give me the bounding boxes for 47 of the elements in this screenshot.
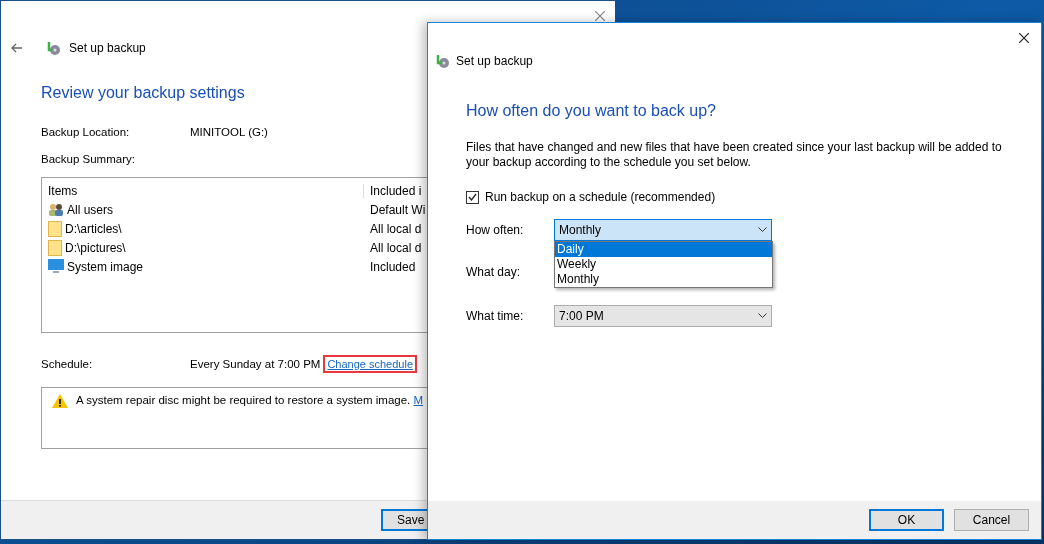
warning-text: A system repair disc might be required to restore a system image. M (76, 394, 424, 406)
table-cell-text: All local d (370, 240, 423, 255)
what-time-dropdown[interactable]: 7:00 PM (554, 305, 772, 327)
check-icon (468, 193, 477, 201)
how-often-dropdown[interactable]: Monthly (554, 219, 772, 241)
table-cell: All users (67, 202, 113, 217)
dialog-title: Set up backup (456, 54, 533, 68)
window-title: Set up backup (69, 41, 146, 55)
warning-icon (52, 394, 68, 408)
chevron-down-icon (758, 313, 767, 319)
table-cell-text: Included (370, 259, 417, 274)
backup-icon (45, 40, 61, 56)
dialog-heading: How often do you want to back up? (466, 102, 717, 120)
table-cell-text: All local d (370, 221, 423, 236)
close-icon[interactable] (1019, 33, 1029, 43)
field-label: Backup Location: (41, 126, 131, 138)
field-value: MINITOOL (G:) (190, 126, 269, 138)
folder-icon (48, 239, 62, 256)
field-label: What day: (466, 265, 522, 279)
monitor-icon (48, 259, 64, 274)
dropdown-option[interactable]: Daily (555, 242, 772, 257)
table-cell: System image (67, 259, 144, 274)
ok-button[interactable]: OK (869, 509, 944, 531)
more-link[interactable]: M (413, 394, 424, 406)
backup-icon (434, 53, 450, 69)
dropdown-option[interactable]: Weekly (555, 257, 772, 272)
chevron-down-icon (758, 227, 767, 233)
field-value: Every Sunday at 7:00 PM (190, 358, 321, 370)
page-heading: Review your backup settings (41, 84, 246, 102)
back-arrow-icon[interactable] (11, 43, 23, 53)
field-label: Backup Summary: (41, 153, 136, 165)
save-button[interactable]: Save (381, 509, 427, 531)
folder-icon (48, 220, 62, 237)
users-icon (48, 202, 64, 217)
field-label: What time: (466, 309, 525, 323)
column-header: Items (48, 183, 79, 198)
cancel-button[interactable]: Cancel (954, 509, 1029, 531)
table-cell: D:\articles\ (65, 221, 122, 236)
table-cell-text: Default Wi (370, 202, 427, 217)
change-schedule-link[interactable]: Change schedule (323, 355, 418, 373)
dropdown-option[interactable]: Monthly (555, 272, 772, 287)
checkbox[interactable] (466, 190, 479, 204)
field-label: Schedule: (41, 358, 94, 370)
table-cell: D:\pictures\ (65, 240, 126, 255)
field-label: How often: (466, 223, 525, 237)
description-text: Files that have changed and new files that have been created since your last backup will be added to your backup according to the schedule you set below. (466, 140, 1003, 170)
schedule-checkbox[interactable]: Run backup on a schedule (recommended) (466, 190, 1041, 204)
